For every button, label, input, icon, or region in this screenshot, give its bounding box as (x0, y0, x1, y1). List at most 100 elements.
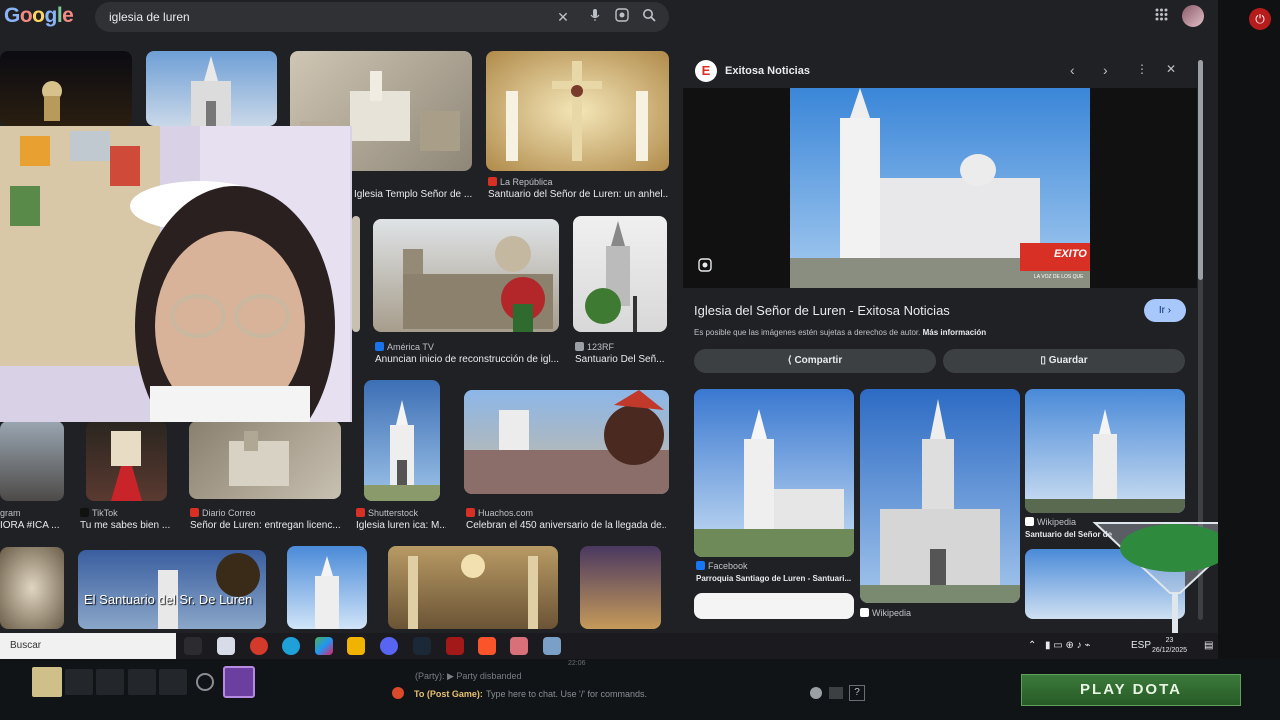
calculator-icon[interactable] (543, 637, 561, 655)
player-avatar[interactable] (32, 667, 62, 697)
chat-indicator (392, 687, 404, 699)
result-title[interactable]: Iglesia Templo Señor de ... (354, 189, 474, 200)
related-source[interactable]: Facebook (696, 561, 856, 571)
party-slot[interactable] (128, 669, 156, 695)
related-image[interactable] (1025, 389, 1185, 513)
help-icon[interactable]: ? (849, 685, 865, 701)
result-source[interactable]: Shutterstock (356, 508, 446, 518)
dota-icon[interactable] (446, 637, 464, 655)
result-image[interactable] (86, 421, 167, 501)
lens-icon[interactable] (613, 8, 631, 26)
result-image[interactable] (573, 216, 667, 332)
result-source[interactable]: Huachos.com (466, 508, 666, 518)
share-button[interactable]: ⟨ Compartir (694, 349, 936, 373)
apps-icon[interactable] (1155, 8, 1168, 26)
tray-up-icon[interactable]: ⌃ (1028, 640, 1036, 651)
result-image[interactable] (287, 546, 367, 629)
notification-icon[interactable]: ▤ (1204, 640, 1213, 651)
result-title[interactable]: Celebran el 450 aniversario de la llegad… (466, 520, 666, 531)
party-slot[interactable] (159, 669, 187, 695)
translate-icon[interactable] (829, 687, 843, 699)
result-title[interactable]: Tu me sabes bien ... (80, 520, 170, 531)
result-image[interactable] (146, 51, 277, 126)
copyright-notice: Es posible que las imágenes estén sujeta… (694, 328, 987, 337)
chat-input[interactable]: Type here to chat. Use '/' for commands. (486, 689, 647, 699)
steam-icon[interactable] (413, 637, 431, 655)
result-image[interactable] (0, 421, 64, 501)
party-slot[interactable] (96, 669, 124, 695)
avatar[interactable] (1182, 5, 1204, 27)
prev-icon[interactable]: ‹ (1070, 62, 1075, 78)
search-icon[interactable] (640, 8, 658, 26)
play-dota-button[interactable]: PLAY DOTA (1021, 674, 1241, 706)
result-image[interactable] (364, 380, 440, 501)
result-image[interactable] (189, 421, 341, 499)
panel-title[interactable]: Iglesia del Señor de Luren - Exitosa Not… (694, 303, 950, 318)
result-title[interactable]: Santuario Del Señ... (575, 354, 667, 365)
emoji-icon[interactable] (810, 687, 822, 699)
result-image[interactable]: El Santuario del Sr. De Luren (78, 550, 266, 629)
next-icon[interactable]: › (1103, 62, 1108, 78)
more-icon[interactable]: ⋮ (1136, 62, 1148, 76)
result-image[interactable] (0, 51, 132, 126)
search-box[interactable]: iglesia de luren ✕ (95, 2, 669, 32)
related-title[interactable]: Parroquia Santiago de Luren - Santuari..… (696, 574, 854, 583)
close-icon[interactable]: ✕ (554, 8, 572, 26)
discord-icon[interactable] (380, 637, 398, 655)
result-image[interactable] (388, 546, 558, 629)
chat-time: 22:06 (568, 660, 586, 667)
result-title[interactable]: Señor de Luren: entregan licenc... (190, 520, 340, 531)
scrollbar-thumb[interactable] (1198, 60, 1203, 280)
bookmark-icon: ▯ (1040, 355, 1046, 366)
google-logo[interactable]: Google (4, 4, 74, 28)
visit-button[interactable]: Ir › (1144, 299, 1186, 322)
hero-image[interactable]: EXITO LA VOZ DE LOS QUE (790, 88, 1090, 288)
result-image[interactable] (0, 547, 64, 629)
search-input[interactable]: iglesia de luren (109, 10, 190, 24)
mic-icon[interactable] (586, 8, 604, 26)
related-source[interactable]: Wikipedia (860, 608, 1020, 618)
tray-icons[interactable]: ▮ ▭ ⊕ ♪ ⌁ (1045, 640, 1090, 651)
language-indicator[interactable]: ESP (1131, 640, 1151, 651)
result-source[interactable]: La República (488, 177, 668, 187)
chat-channel[interactable]: To (Post Game): (414, 689, 483, 699)
store-icon[interactable] (217, 637, 235, 655)
app-icon[interactable] (510, 637, 528, 655)
folder-icon[interactable] (347, 637, 365, 655)
save-button[interactable]: ▯ Guardar (943, 349, 1185, 373)
side-window-strip (1218, 0, 1280, 659)
taskbar-search[interactable]: Buscar (0, 633, 176, 659)
copilot-icon[interactable] (315, 637, 333, 655)
clock[interactable]: 23 26/12/2025 (1152, 636, 1187, 656)
close-icon[interactable]: ✕ (1166, 62, 1176, 76)
result-source[interactable]: América TV (375, 342, 555, 352)
result-title[interactable]: Iglesia luren ica: M... (356, 520, 446, 531)
result-title[interactable]: IORA #ICA ... (0, 520, 64, 531)
result-source[interactable]: TikTok (80, 508, 170, 518)
result-image[interactable] (486, 51, 669, 171)
edge-icon[interactable] (282, 637, 300, 655)
lens-icon[interactable] (698, 258, 714, 274)
brave-icon[interactable] (478, 637, 496, 655)
site-name[interactable]: Exitosa Noticias (725, 65, 810, 77)
power-icon[interactable]: ⏻ (1249, 8, 1271, 30)
result-title[interactable]: Santuario del Señor de Luren: un anhel..… (488, 189, 668, 200)
result-image[interactable] (352, 216, 360, 332)
result-image[interactable] (464, 390, 669, 494)
related-image[interactable] (694, 389, 854, 557)
hero-portrait[interactable] (223, 666, 255, 698)
more-info-link[interactable]: Más información (923, 328, 987, 337)
app-icon[interactable] (250, 637, 268, 655)
result-source[interactable]: gram (0, 508, 64, 518)
result-source[interactable]: Diario Correo (190, 508, 340, 518)
related-image[interactable] (860, 389, 1020, 603)
taskview-icon[interactable] (184, 637, 202, 655)
result-image[interactable] (580, 546, 661, 629)
result-source[interactable]: 123RF (575, 342, 667, 352)
site-logo[interactable]: E (695, 60, 717, 82)
result-title[interactable]: Anuncian inicio de reconstrucción de igl… (375, 354, 560, 365)
party-slot[interactable] (65, 669, 93, 695)
party-icon[interactable] (196, 673, 214, 691)
result-image[interactable] (373, 219, 559, 332)
related-image[interactable] (694, 593, 854, 619)
